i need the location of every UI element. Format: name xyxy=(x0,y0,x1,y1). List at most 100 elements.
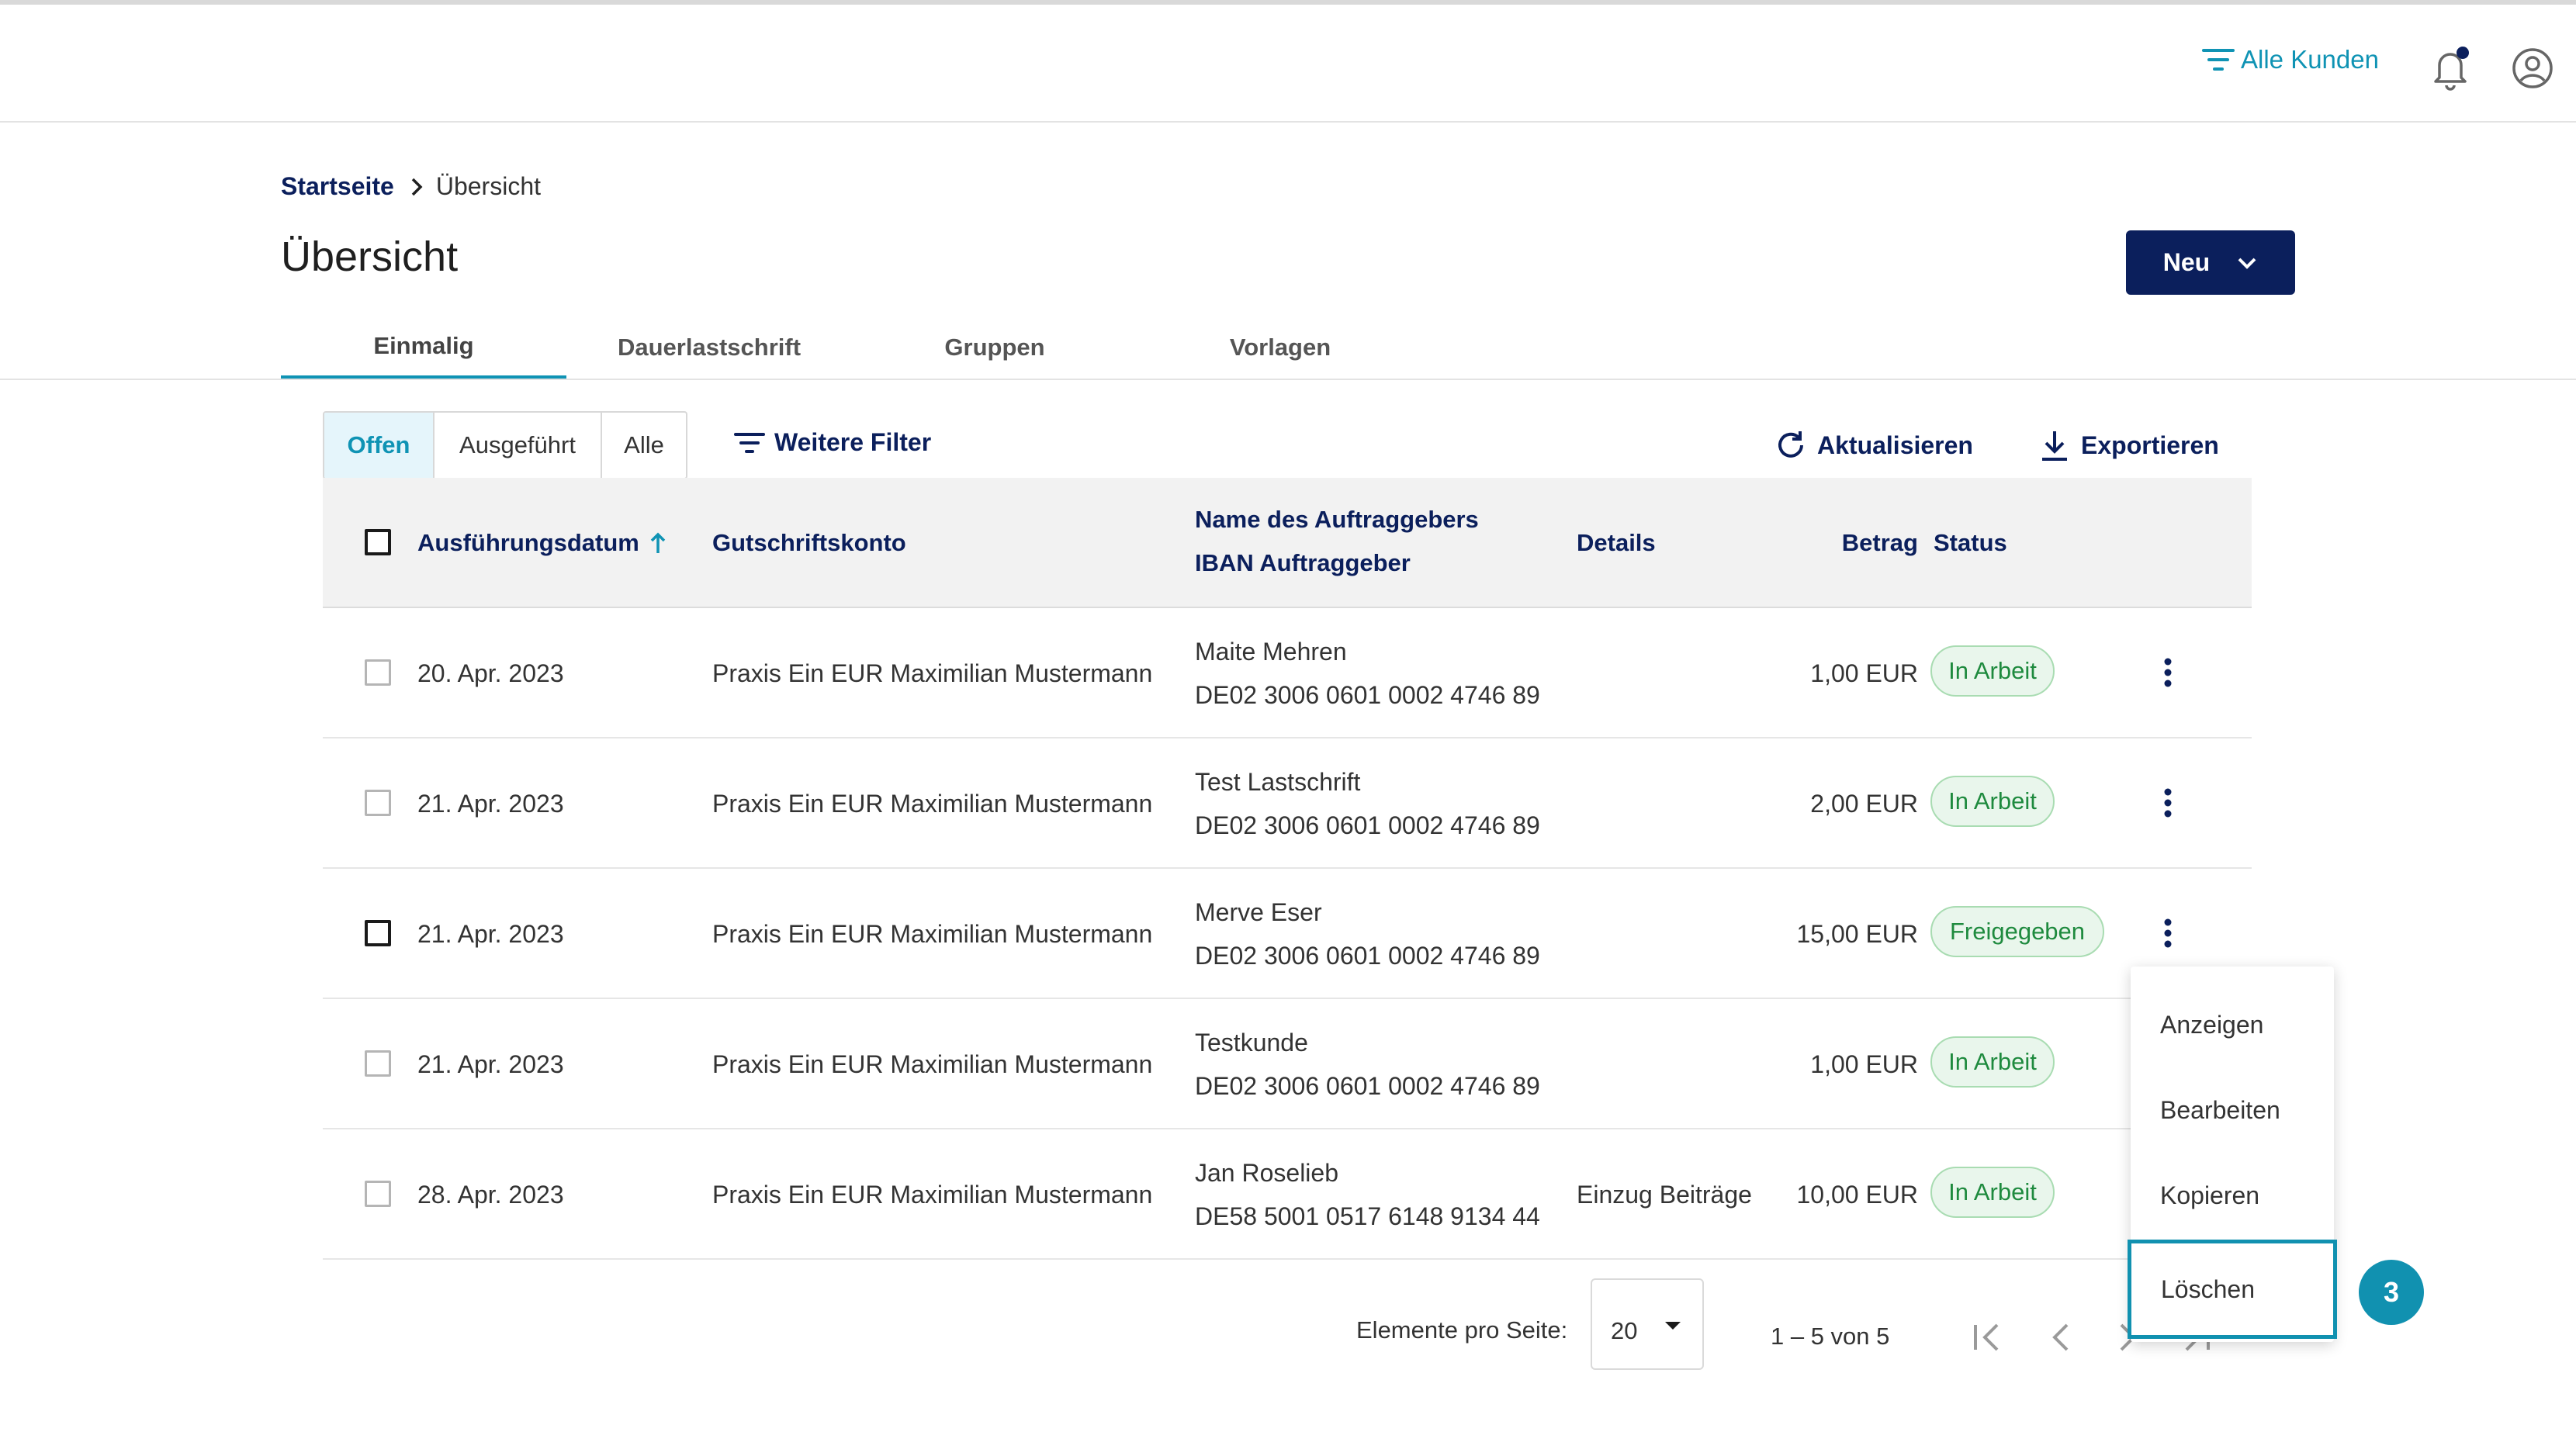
row-checkbox[interactable] xyxy=(365,659,391,686)
row-iban: DE02 3006 0601 0002 4746 89 xyxy=(1195,681,1540,709)
status-segment-control: Offen Ausgeführt Alle xyxy=(323,411,687,479)
menu-item-bearbeiten[interactable]: Bearbeiten xyxy=(2131,1067,2334,1153)
status-badge: In Arbeit xyxy=(1930,645,2055,697)
chevron-down-icon xyxy=(2238,258,2256,269)
items-per-page-value: 20 xyxy=(1611,1317,1638,1344)
row-details: Einzug Beiträge xyxy=(1577,1181,1752,1209)
row-context-menu: Anzeigen Bearbeiten Kopieren Löschen xyxy=(2128,967,2337,1342)
row-amount: 1,00 EUR xyxy=(1810,1050,1918,1078)
items-per-page-label: Elemente pro Seite: xyxy=(1356,1316,1568,1344)
row-name: Maite Mehren xyxy=(1195,638,1347,666)
row-iban: DE02 3006 0601 0002 4746 89 xyxy=(1195,1072,1540,1100)
menu-item-anzeigen[interactable]: Anzeigen xyxy=(2131,982,2334,1067)
status-badge: Freigegeben xyxy=(1930,906,2104,957)
row-date: 28. Apr. 2023 xyxy=(417,1181,564,1209)
more-filters-label: Weitere Filter xyxy=(774,428,932,456)
select-all-checkbox[interactable] xyxy=(365,529,391,555)
breadcrumb: Startseite Übersicht xyxy=(281,172,541,201)
page-title: Übersicht xyxy=(281,233,459,280)
table-row[interactable]: 21. Apr. 2023 Praxis Ein EUR Maximilian … xyxy=(323,999,2252,1129)
first-page-icon[interactable] xyxy=(1965,1316,2011,1359)
row-account: Praxis Ein EUR Maximilian Mustermann xyxy=(712,1181,1153,1209)
amount-header: Betrag xyxy=(1841,529,1918,556)
row-date: 21. Apr. 2023 xyxy=(417,1050,564,1078)
row-name: Merve Eser xyxy=(1195,898,1322,926)
step-marker-badge: 3 xyxy=(2359,1260,2424,1325)
segment-alle[interactable]: Alle xyxy=(602,413,686,478)
more-options-icon[interactable] xyxy=(2152,649,2183,696)
table-row[interactable]: 20. Apr. 2023 Praxis Ein EUR Maximilian … xyxy=(323,608,2252,738)
tab-dauerlastschrift[interactable]: Dauerlastschrift xyxy=(566,316,852,379)
chevron-right-icon xyxy=(410,176,424,198)
menu-item-kopieren[interactable]: Kopieren xyxy=(2131,1153,2334,1238)
breadcrumb-home-link[interactable]: Startseite xyxy=(281,172,394,201)
menu-item-loeschen[interactable]: Löschen xyxy=(2128,1240,2337,1339)
customer-filter-button[interactable]: Alle Kunden xyxy=(2200,45,2379,74)
breadcrumb-current: Übersicht xyxy=(435,172,541,200)
customer-filter-label: Alle Kunden xyxy=(2241,45,2379,74)
status-header: Status xyxy=(1934,529,2007,556)
row-checkbox[interactable] xyxy=(365,790,391,816)
row-name: Jan Roselieb xyxy=(1195,1159,1338,1187)
more-options-icon[interactable] xyxy=(2152,910,2183,956)
table-row[interactable]: 28. Apr. 2023 Praxis Ein EUR Maximilian … xyxy=(323,1129,2252,1260)
segment-ausgefuehrt[interactable]: Ausgeführt xyxy=(435,413,602,478)
tab-gruppen[interactable]: Gruppen xyxy=(852,316,1137,379)
status-badge: In Arbeit xyxy=(1930,776,2055,827)
row-iban: DE02 3006 0601 0002 4746 89 xyxy=(1195,942,1540,970)
more-options-icon[interactable] xyxy=(2152,780,2183,826)
table-row[interactable]: 21. Apr. 2023 Praxis Ein EUR Maximilian … xyxy=(323,869,2252,999)
tab-vorlagen[interactable]: Vorlagen xyxy=(1137,316,1423,379)
items-per-page-select[interactable]: 20 xyxy=(1591,1278,1704,1370)
row-iban: DE58 5001 0517 6148 9134 44 xyxy=(1195,1202,1540,1230)
export-label: Exportieren xyxy=(2081,431,2219,459)
name-header: Name des Auftraggebers xyxy=(1195,506,1479,533)
row-iban: DE02 3006 0601 0002 4746 89 xyxy=(1195,811,1540,839)
segment-offen[interactable]: Offen xyxy=(324,413,435,478)
refresh-label: Aktualisieren xyxy=(1817,431,1973,459)
previous-page-icon[interactable] xyxy=(2038,1316,2084,1359)
row-account: Praxis Ein EUR Maximilian Mustermann xyxy=(712,790,1153,818)
row-account: Praxis Ein EUR Maximilian Mustermann xyxy=(712,659,1153,687)
sort-date-header[interactable]: Ausführungsdatum xyxy=(417,529,667,557)
notification-bell-icon[interactable] xyxy=(2429,45,2472,92)
download-icon xyxy=(2042,431,2067,461)
new-button[interactable]: Neu xyxy=(2126,230,2295,295)
table-header: Ausführungsdatum Gutschriftskonto Name d… xyxy=(323,478,2252,608)
tabs-divider xyxy=(0,379,2576,380)
row-name: Testkunde xyxy=(1195,1029,1308,1057)
row-checkbox[interactable] xyxy=(365,1050,391,1077)
row-date: 20. Apr. 2023 xyxy=(417,659,564,687)
iban-header: IBAN Auftraggeber xyxy=(1195,549,1411,576)
row-account: Praxis Ein EUR Maximilian Mustermann xyxy=(712,1050,1153,1078)
row-amount: 1,00 EUR xyxy=(1810,659,1918,687)
row-date: 21. Apr. 2023 xyxy=(417,790,564,818)
filter-icon xyxy=(734,432,765,453)
table-row[interactable]: 21. Apr. 2023 Praxis Ein EUR Maximilian … xyxy=(323,738,2252,869)
refresh-button[interactable]: Aktualisieren xyxy=(1774,428,1973,462)
app-header: Alle Kunden xyxy=(0,5,2576,123)
row-account: Praxis Ein EUR Maximilian Mustermann xyxy=(712,920,1153,948)
refresh-icon xyxy=(1778,431,1803,458)
arrow-up-icon xyxy=(650,532,666,553)
row-amount: 10,00 EUR xyxy=(1796,1181,1918,1209)
row-name: Test Lastschrift xyxy=(1195,768,1361,796)
details-header: Details xyxy=(1577,529,1656,556)
more-filters-button[interactable]: Weitere Filter xyxy=(732,428,931,457)
filter-icon xyxy=(2202,49,2235,71)
tab-bar: Einmalig Dauerlastschrift Gruppen Vorlag… xyxy=(281,316,1423,380)
dropdown-arrow-icon xyxy=(1665,1322,1681,1330)
status-badge: In Arbeit xyxy=(1930,1036,2055,1088)
date-header-label: Ausführungsdatum xyxy=(417,529,639,556)
row-checkbox[interactable] xyxy=(365,920,391,946)
new-button-label: Neu xyxy=(2162,248,2211,276)
user-account-icon[interactable] xyxy=(2511,47,2554,90)
row-date: 21. Apr. 2023 xyxy=(417,920,564,948)
account-header: Gutschriftskonto xyxy=(712,529,906,556)
export-button[interactable]: Exportieren xyxy=(2038,428,2219,462)
page-range: 1 – 5 von 5 xyxy=(1771,1323,1890,1350)
tab-einmalig[interactable]: Einmalig xyxy=(281,316,566,380)
status-badge: In Arbeit xyxy=(1930,1167,2055,1218)
row-amount: 2,00 EUR xyxy=(1810,790,1918,818)
row-checkbox[interactable] xyxy=(365,1181,391,1207)
